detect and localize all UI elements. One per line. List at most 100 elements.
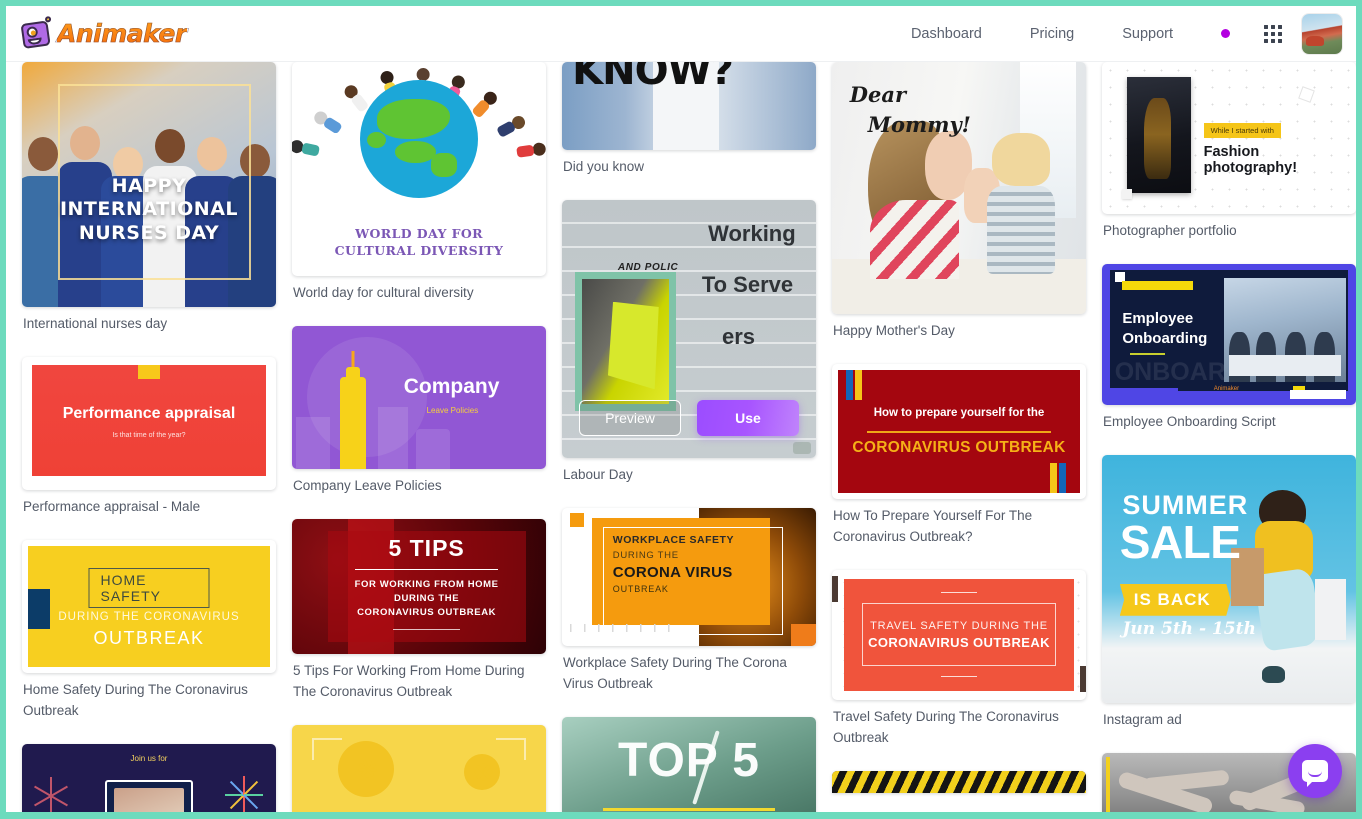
thumb-headline: 5 TIPS bbox=[388, 534, 465, 561]
thumb-highlight: While I started with bbox=[1203, 122, 1281, 138]
nav-item-dashboard[interactable]: Dashboard bbox=[887, 26, 1006, 42]
template-gallery: HAPPY INTERNATIONAL NURSES DAY Internati… bbox=[6, 62, 1356, 812]
gallery-column: WORLD DAY FOR CULTURAL DIVERSITY World d… bbox=[284, 62, 554, 812]
template-card-title: Labour Day bbox=[563, 466, 633, 482]
thumb-line-1: WORLD DAY FOR bbox=[355, 226, 483, 242]
thumb-headline: TOP 5 bbox=[618, 733, 760, 787]
thumb-line-2: Mommy! bbox=[867, 112, 971, 138]
firework-icon bbox=[28, 774, 72, 812]
template-card-international-nurses-day[interactable]: HAPPY INTERNATIONAL NURSES DAY Internati… bbox=[22, 62, 276, 349]
template-thumbnail: TOP 5 UPDATES ON CORONAVIRUS bbox=[562, 716, 816, 812]
template-card-title: Employee Onboarding Script bbox=[1103, 413, 1276, 429]
template-thumbnail: 5 TIPS FOR WORKING FROM HOME DURING THE … bbox=[292, 518, 546, 654]
template-card-fireworks-invite[interactable]: Join us for bbox=[22, 743, 276, 812]
template-thumbnail: Performance appraisal Is that time of th… bbox=[22, 356, 276, 490]
firework-icon bbox=[214, 766, 272, 812]
template-card-company-leave-policies[interactable]: Company Leave Policies Company Leave Pol… bbox=[292, 325, 546, 511]
header-nav: Dashboard Pricing Support bbox=[887, 13, 1356, 54]
police-photo bbox=[574, 272, 677, 412]
app-window: Animaker Dashboard Pricing Support HAPPY… bbox=[6, 6, 1356, 812]
thumb-headline: Company bbox=[403, 374, 500, 398]
template-card-title: Instagram ad bbox=[1103, 711, 1182, 727]
template-thumbnail: ONBOARDING Employee Onboarding Animaker bbox=[1102, 263, 1356, 405]
template-card-title: Happy Mother's Day bbox=[833, 323, 955, 338]
thumb-subhead: Leave Policies bbox=[426, 406, 479, 415]
thumb-line-3: CORONA VIRUS bbox=[612, 564, 733, 582]
child-illustration bbox=[984, 132, 1060, 274]
thumb-line-3: NURSES DAY bbox=[78, 222, 220, 245]
template-card-title: International nurses day bbox=[23, 316, 168, 331]
user-avatar[interactable] bbox=[1302, 13, 1342, 54]
template-thumbnail bbox=[292, 724, 546, 812]
thumb-subhead: Is that time of the year? bbox=[112, 431, 186, 439]
thumb-line-2: DURING THE bbox=[612, 550, 679, 562]
globe-icon bbox=[360, 80, 478, 199]
template-card-title: How To Prepare Yourself For The Coronavi… bbox=[833, 507, 1033, 544]
template-card-travel-safety[interactable]: TRAVEL SAFETY DURING THE CORONAVIRUS OUT… bbox=[832, 569, 1086, 763]
thumbnail-caption: WORLD DAY FOR CULTURAL DIVERSITY bbox=[292, 226, 546, 260]
grid-apps-icon[interactable] bbox=[1254, 24, 1292, 43]
template-thumbnail: Company Leave Policies bbox=[292, 325, 546, 469]
template-card-photographer-portfolio[interactable]: While I started with Fashion photography… bbox=[1102, 62, 1356, 256]
template-thumbnail: KNOW? bbox=[562, 62, 816, 150]
notification-indicator[interactable] bbox=[1197, 29, 1254, 38]
thumb-line-2: CULTURAL DIVERSITY bbox=[334, 243, 504, 259]
template-card-performance-appraisal[interactable]: Performance appraisal Is that time of th… bbox=[22, 356, 276, 532]
template-card-top-five-updates[interactable]: TOP 5 UPDATES ON CORONAVIRUS bbox=[562, 716, 816, 812]
template-card-home-safety[interactable]: HOME SAFETY DURING THE CORONAVIRUS OUTBR… bbox=[22, 539, 276, 736]
template-thumbnail: WORLD DAY FOR CULTURAL DIVERSITY bbox=[292, 62, 546, 276]
gallery-column: KNOW? Did you know Working To Serve ers … bbox=[554, 62, 824, 812]
nav-item-pricing[interactable]: Pricing bbox=[1006, 26, 1098, 42]
template-card-title: Company Leave Policies bbox=[293, 477, 442, 493]
thumb-line-3: OUTBREAK bbox=[93, 628, 205, 649]
top-header: Animaker Dashboard Pricing Support bbox=[6, 6, 1356, 62]
thumb-headline: Fashion photography! bbox=[1203, 144, 1298, 177]
template-thumbnail: Working To Serve ers AND POLIC Preview U… bbox=[562, 199, 816, 458]
thumb-line-2: CORONAVIRUS OUTBREAK bbox=[852, 438, 1066, 456]
template-thumbnail: How to prepare yourself for the CORONAVI… bbox=[832, 363, 1086, 499]
chat-support-button[interactable] bbox=[1288, 744, 1342, 798]
thumb-line-1: Working bbox=[708, 220, 796, 246]
template-card-hazard-stripe[interactable] bbox=[832, 770, 1086, 793]
hazard-stripe-icon bbox=[832, 770, 1086, 793]
template-card-yellow-virus[interactable] bbox=[292, 724, 546, 812]
thumb-line-2: DURING THE bbox=[394, 593, 460, 605]
thumb-line-3: Jun 5th - 15th bbox=[1122, 618, 1256, 639]
template-card-title: Photographer portfolio bbox=[1103, 223, 1237, 238]
thumb-line-3: ers bbox=[722, 323, 756, 349]
template-card-title: Home Safety During The Coronavirus Outbr… bbox=[23, 681, 248, 718]
template-card-title: Workplace Safety During The Corona Virus… bbox=[563, 654, 787, 691]
thumb-line-2: To Serve bbox=[701, 272, 794, 298]
virus-icon bbox=[464, 754, 501, 791]
thumb-line-1: TRAVEL SAFETY DURING THE bbox=[870, 619, 1048, 632]
gallery-column: While I started with Fashion photography… bbox=[1094, 62, 1356, 812]
thumb-headline: KNOW? bbox=[572, 62, 734, 94]
template-card-how-to-prepare[interactable]: How to prepare yourself for the CORONAVI… bbox=[832, 363, 1086, 562]
template-card-did-you-know[interactable]: KNOW? Did you know bbox=[562, 62, 816, 192]
template-card-cultural-diversity[interactable]: WORLD DAY FOR CULTURAL DIVERSITY World d… bbox=[292, 62, 546, 318]
use-button[interactable]: Use bbox=[697, 399, 799, 436]
preview-button[interactable]: Preview bbox=[579, 399, 681, 436]
skyscraper-icon bbox=[340, 376, 366, 469]
thumb-line-1: Dear bbox=[849, 81, 907, 107]
template-card-labour-day[interactable]: Working To Serve ers AND POLIC Preview U… bbox=[562, 199, 816, 500]
nav-item-support[interactable]: Support bbox=[1098, 26, 1197, 42]
animaker-mascot-logo-icon bbox=[18, 15, 56, 50]
template-thumbnail: WORKPLACE SAFETY DURING THE CORONA VIRUS… bbox=[562, 507, 816, 646]
template-thumbnail: HOME SAFETY DURING THE CORONAVIRUS OUTBR… bbox=[22, 539, 276, 673]
thumb-headline: HOME SAFETY bbox=[88, 567, 210, 608]
template-card-title: Did you know bbox=[563, 159, 645, 174]
thumb-line-2: CORONAVIRUS OUTBREAK bbox=[868, 634, 1050, 650]
brand-logo[interactable]: Animaker bbox=[18, 15, 187, 50]
card-hover-actions: Preview Use bbox=[562, 399, 816, 436]
template-card-instagram-ad[interactable]: SUMMER SALE IS BACK Jun 5th - 15th Insta… bbox=[1102, 454, 1356, 745]
template-card-happy-mothers-day[interactable]: Dear Mommy! Happy Mother's Day bbox=[832, 62, 1086, 356]
thumb-line-1: FOR WORKING FROM HOME bbox=[354, 578, 499, 590]
template-card-five-tips-wfh[interactable]: 5 TIPS FOR WORKING FROM HOME DURING THE … bbox=[292, 518, 546, 717]
template-card-employee-onboarding[interactable]: ONBOARDING Employee Onboarding Animaker … bbox=[1102, 263, 1356, 447]
template-card-workplace-safety[interactable]: WORKPLACE SAFETY DURING THE CORONA VIRUS… bbox=[562, 507, 816, 709]
template-thumbnail: While I started with Fashion photography… bbox=[1102, 62, 1356, 214]
thumb-headline: Performance appraisal bbox=[62, 404, 236, 422]
notification-dot-icon bbox=[1221, 29, 1230, 38]
template-thumbnail: TRAVEL SAFETY DURING THE CORONAVIRUS OUT… bbox=[832, 569, 1086, 700]
